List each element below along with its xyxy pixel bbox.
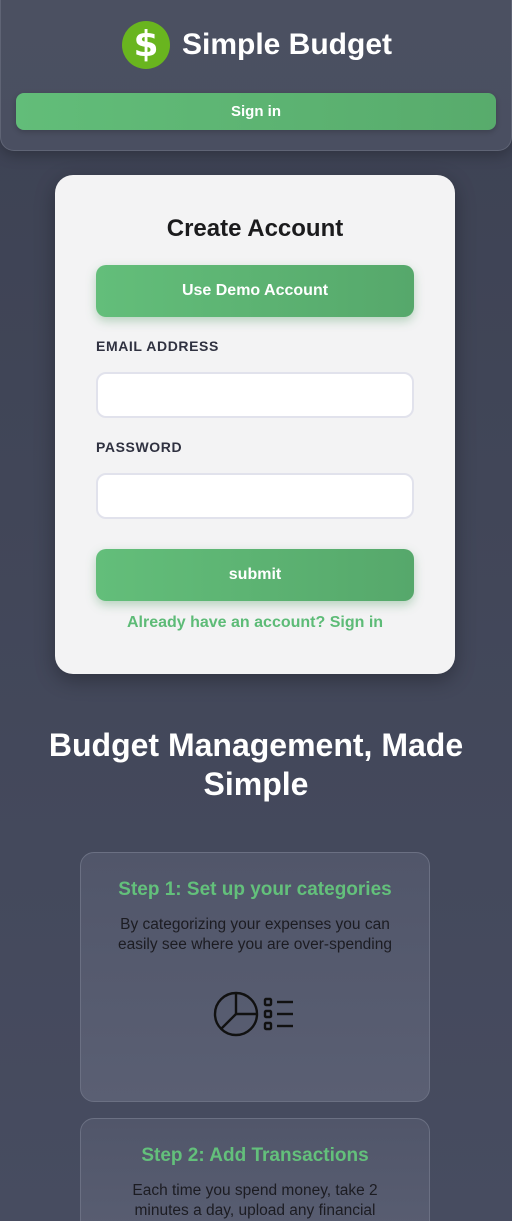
app-header: $ Simple Budget Sign in (0, 0, 512, 151)
pie-chart-list-icon (213, 991, 293, 1037)
email-field[interactable] (96, 372, 414, 418)
header-signin-button[interactable]: Sign in (16, 93, 496, 130)
step-card: Step 1: Set up your categories By catego… (80, 852, 430, 1102)
email-label: EMAIL ADDRESS (96, 338, 219, 354)
step-description: Each time you spend money, take 2 minute… (132, 1182, 378, 1219)
create-account-card: Create Account Use Demo Account EMAIL AD… (55, 175, 455, 674)
submit-button[interactable]: submit (96, 549, 414, 601)
password-field[interactable] (96, 473, 414, 519)
brand-name: Simple Budget (181, 28, 392, 61)
password-label: PASSWORD (96, 439, 183, 455)
step-title: Step 2: Add Transactions (141, 1145, 369, 1166)
step-title: Step 1: Set up your categories (118, 879, 392, 900)
demo-account-button[interactable]: Use Demo Account (96, 265, 414, 317)
form-title: Create Account (166, 215, 344, 242)
step-card: Step 2: Add Transactions Each time you s… (80, 1118, 430, 1221)
hero-title: Budget Management, Made Simple (48, 727, 464, 802)
dollar-logo-icon: $ (121, 21, 170, 69)
step-description: By categorizing your expenses you can ea… (118, 916, 392, 953)
signin-link[interactable]: Already have an account? Sign in (55, 614, 455, 632)
brand[interactable]: $ Simple Budget (1, 21, 512, 69)
